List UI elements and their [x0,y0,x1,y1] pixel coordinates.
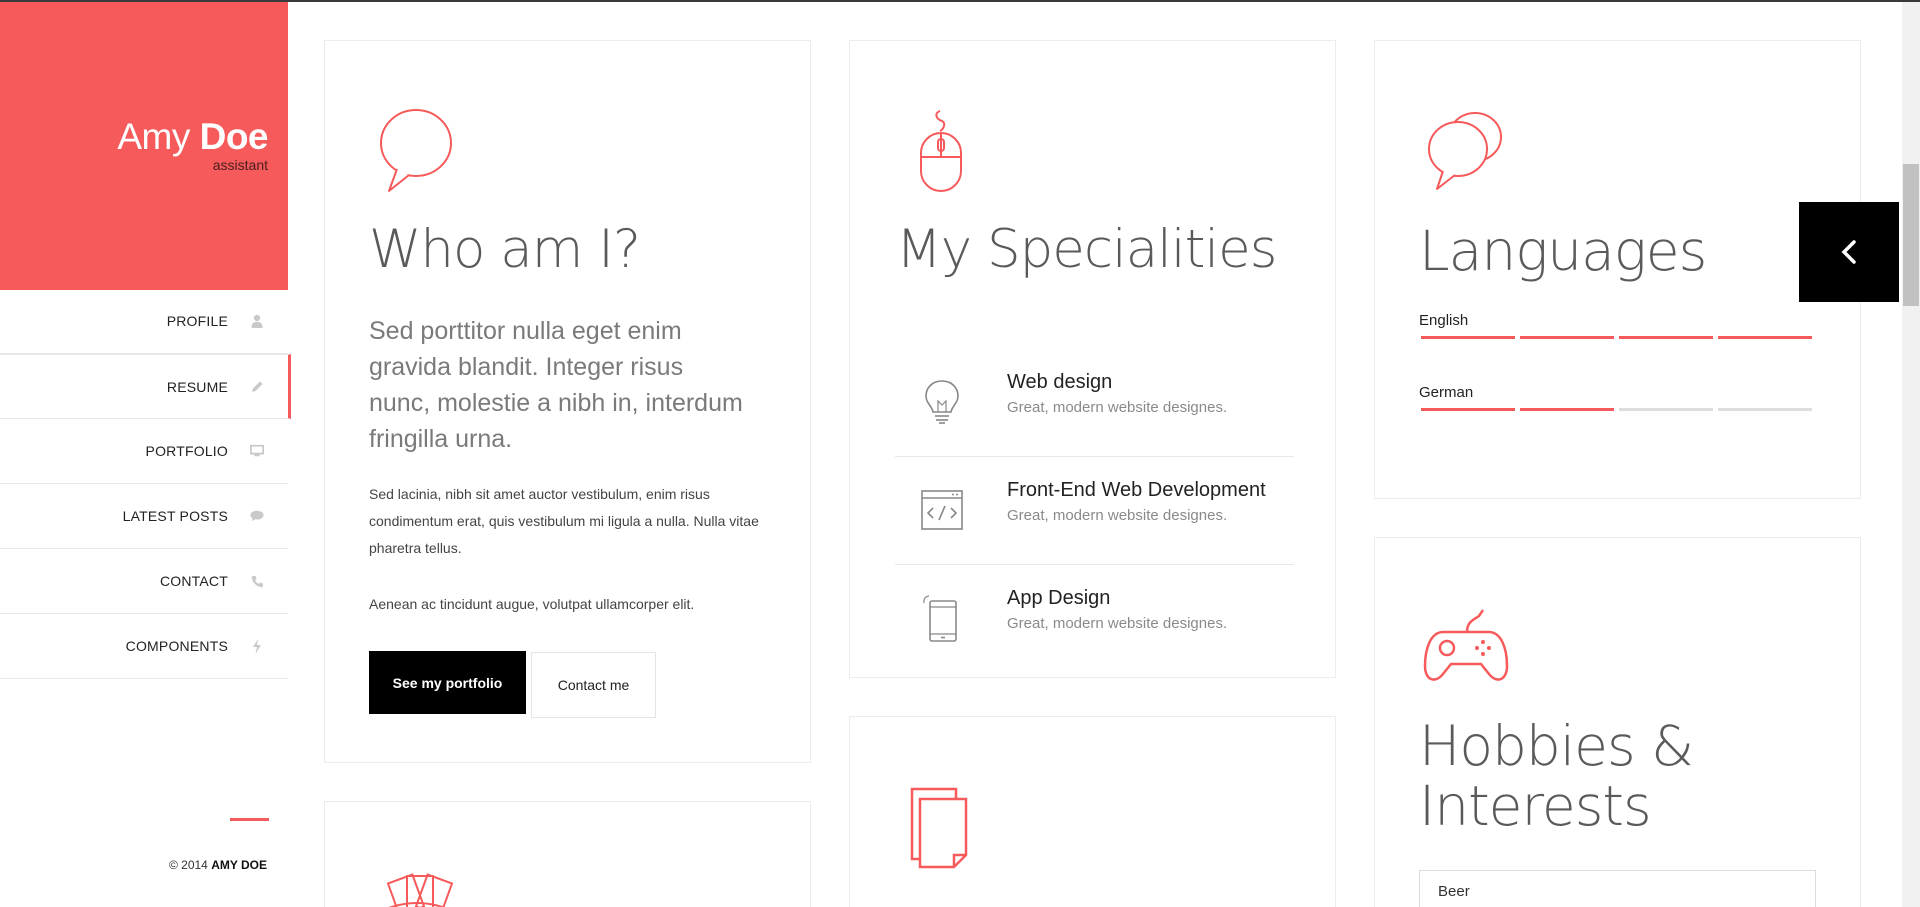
speciality-title: Web design [1007,371,1113,393]
brand-role: assistant [212,157,268,173]
nav-label: CONTACT [159,573,228,589]
main-nav: PROFILE RESUME PORTFOLIO LATEST POSTS CO… [0,289,291,679]
speciality-desc: Great, modern website designes. [1007,507,1228,524]
page-scrollbar[interactable] [1902,2,1920,907]
phone-icon [250,574,264,588]
back-button[interactable] [1799,202,1899,302]
monitor-icon [250,444,264,458]
gamepad-icon [1423,609,1509,681]
copyright: © 2014 AMY DOE [169,858,267,872]
documents-icon [910,787,968,869]
scrollbar-thumb[interactable] [1903,164,1919,306]
about-card: Who am I? Sed porttitor nulla eget enim … [324,40,811,763]
about-lead: Sed porttitor nulla eget enim gravida bl… [369,317,743,453]
speciality-title: App Design [1007,587,1111,609]
nav-label: PORTFOLIO [145,443,228,459]
speech-bubbles-icon [1428,112,1502,190]
language-german: German [1419,384,1819,411]
language-name: English [1419,312,1469,329]
chat-icon [250,509,264,523]
hobbies-title: Hobbies & Interests [1419,714,1694,838]
nav-item-portfolio[interactable]: PORTFOLIO [0,419,288,484]
nav-item-resume[interactable]: RESUME [0,354,291,419]
next-card [324,801,811,907]
pencil-icon [250,380,264,394]
copyright-year: © 2014 [168,858,208,872]
code-window-icon [921,490,963,530]
copyright-name: AMY DOE [211,858,267,872]
see-portfolio-button[interactable]: See my portfolio [369,651,526,714]
language-level [1419,336,1819,339]
contact-me-button[interactable]: Contact me [531,652,656,718]
brand-name: Amy Doe [117,116,268,158]
speciality-item: App Design Great, modern website designe… [895,565,1294,673]
brand-last-name: Doe [199,116,269,157]
nav-item-latest-posts[interactable]: LATEST POSTS [0,484,288,549]
sidebar: Amy Doe assistant PROFILE RESUME PORTFOL… [0,2,291,907]
level-bar [1718,408,1812,411]
hobbies-card: Hobbies & Interests Beer [1374,537,1861,907]
tablet-icon [923,595,957,642]
bolt-icon [250,638,264,654]
level-bar [1718,336,1812,339]
about-paragraph: Sed lacinia, nibh sit amet auctor vestib… [369,486,759,556]
languages-card: Languages English German [1374,40,1861,499]
speciality-desc: Great, modern website designes. [1007,399,1228,416]
about-title: Who am I? [369,219,641,280]
user-icon [250,314,264,328]
level-bar [1421,336,1515,339]
speciality-title: Front-End Web Development [1007,479,1266,501]
brand-block: Amy Doe assistant [0,2,288,290]
level-bar [1421,408,1515,411]
chevron-left-icon [1841,240,1856,264]
nav-label: COMPONENTS [125,638,228,654]
language-english: English [1419,312,1819,339]
language-level [1419,408,1819,411]
specialities-card: My Specialities Web design Great, modern… [849,40,1336,678]
specialities-title: My Specialities [896,219,1277,280]
level-bar [1520,408,1614,411]
mouse-icon [920,110,962,192]
cards-icon [386,873,454,907]
speech-bubble-icon [380,109,452,192]
hobby-item: Beer [1419,870,1816,907]
nav-label: RESUME [166,378,228,395]
lightbulb-icon [925,380,959,424]
speciality-item: Front-End Web Development Great, modern … [895,457,1294,565]
nav-item-profile[interactable]: PROFILE [0,289,288,354]
level-bar [1619,336,1713,339]
nav-label: PROFILE [166,313,228,329]
about-paragraph-2: Aenean ac tincidunt augue, volutpat ulla… [369,596,695,612]
level-bar [1520,336,1614,339]
documents-card [849,716,1336,907]
nav-item-components[interactable]: COMPONENTS [0,614,288,679]
speciality-item: Web design Great, modern website designe… [895,349,1294,457]
level-bar [1619,408,1713,411]
brand-first-name: Amy [117,116,190,157]
language-name: German [1419,384,1474,401]
nav-label: LATEST POSTS [122,508,228,524]
nav-item-contact[interactable]: CONTACT [0,549,288,614]
languages-title: Languages [1419,219,1707,283]
speciality-desc: Great, modern website designes. [1007,615,1228,632]
accent-divider [230,818,269,821]
